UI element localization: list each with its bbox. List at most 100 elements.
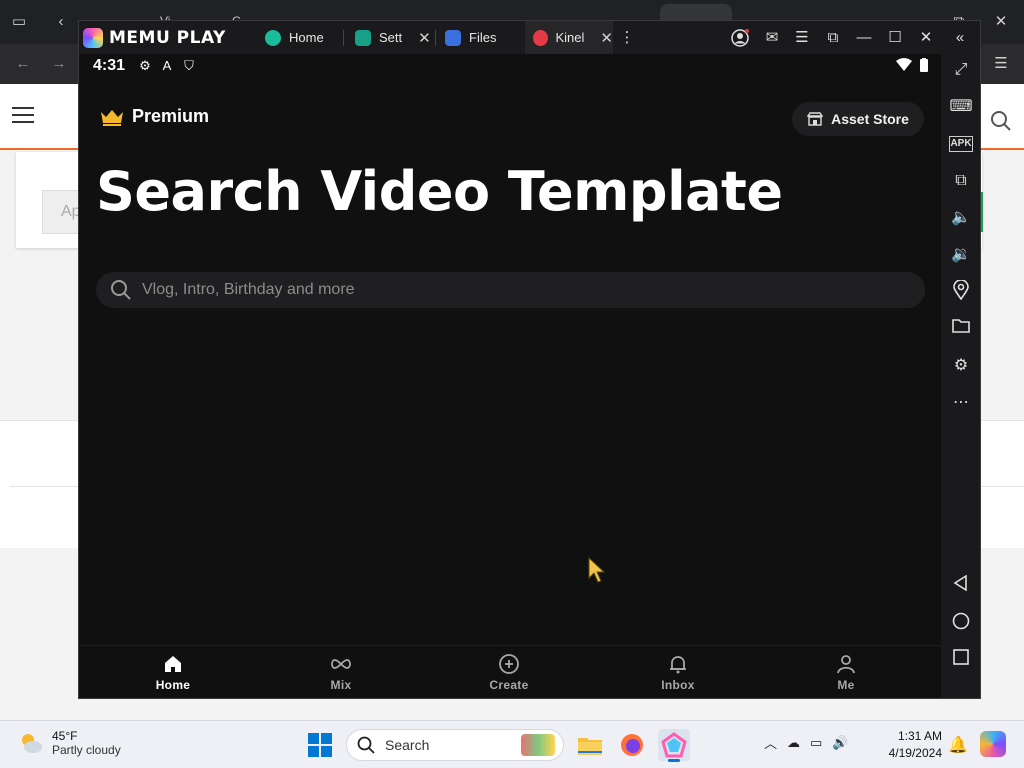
home-circle-icon[interactable] [949, 612, 973, 636]
memu-taskbar-icon[interactable] [658, 729, 690, 762]
tab-label: Sett [379, 30, 403, 45]
clock-time: 1:31 AM [897, 729, 942, 743]
browser-back-icon[interactable]: ← [12, 54, 34, 74]
template-search-bar[interactable] [96, 272, 925, 308]
nav-create[interactable]: Create [449, 654, 569, 692]
tab-home[interactable]: Home [257, 21, 343, 54]
nav-label: Create [489, 678, 529, 692]
tab-label: Files [469, 30, 497, 45]
weather-temp: 45°F [52, 729, 78, 743]
asset-store-button[interactable]: Asset Store [792, 102, 924, 136]
back-tabs-icon[interactable]: ‹ [50, 12, 72, 32]
search-input[interactable] [142, 281, 902, 299]
maximize-icon[interactable]: ☐ [882, 26, 908, 50]
fullscreen-icon[interactable]: ⤢ [949, 58, 973, 82]
bottom-navigation: Home Mix Create Inbox Me [80, 645, 941, 698]
infinity-icon [331, 659, 351, 669]
battery-icon [916, 58, 932, 74]
premium-badge[interactable]: Premium [100, 106, 209, 127]
browser-forward-icon[interactable]: → [48, 54, 70, 74]
account-icon[interactable] [727, 26, 753, 50]
network-icon[interactable]: ▭ [810, 735, 822, 751]
notification-bell-icon[interactable]: 🔔 [948, 735, 968, 755]
browser-close-icon[interactable]: ✕ [990, 12, 1012, 32]
menu-icon[interactable]: ☰ [789, 26, 815, 50]
person-icon [837, 655, 855, 674]
recents-icon[interactable] [949, 649, 973, 673]
memu-window: MEMU PLAY Home Sett ✕ Files Kinel ✕ ⋮ ✉ … [78, 20, 981, 699]
windows-start-icon[interactable] [308, 733, 332, 757]
nav-label: Inbox [661, 678, 695, 692]
premium-label: Premium [132, 106, 210, 126]
mail-icon[interactable]: ✉ [759, 26, 785, 50]
close-icon[interactable]: ✕ [418, 29, 431, 47]
volume-up-icon[interactable]: 🔈 [949, 206, 973, 230]
tab-files[interactable]: Files [437, 21, 523, 54]
a-status-icon: A [162, 58, 172, 73]
keyboard-icon[interactable]: ⌨ [949, 95, 973, 119]
window-close-icon[interactable]: ✕ [913, 26, 939, 50]
nav-me[interactable]: Me [786, 654, 906, 692]
nav-label: Home [155, 678, 191, 692]
tab-kinemaster[interactable]: Kinel ✕ [525, 21, 613, 54]
taskbar-search-label: Search [385, 737, 430, 753]
copilot-icon[interactable] [980, 731, 1006, 757]
apk-icon[interactable]: APK [949, 136, 973, 152]
file-explorer-icon[interactable] [574, 729, 606, 761]
weather-widget[interactable]: 45°F Partly cloudy [18, 729, 121, 757]
android-status-bar: 4:31 ⚙ A ⛉ [80, 54, 941, 80]
nav-label: Me [837, 678, 855, 692]
plus-circle-icon [499, 654, 519, 674]
shield-status-icon: ⛉ [184, 58, 194, 73]
kinemaster-app-icon [533, 29, 548, 46]
settings-icon[interactable]: ⚙ [949, 354, 973, 378]
store-icon [807, 112, 824, 126]
more-vertical-icon[interactable]: ⋮ [614, 26, 640, 50]
settings-status-icon: ⚙ [139, 58, 151, 73]
multi-window-icon[interactable]: ⧉ [949, 169, 973, 193]
hamburger-icon[interactable] [12, 106, 34, 129]
home-icon [165, 656, 181, 672]
memu-brand: MEMU PLAY [109, 28, 226, 48]
system-tray: ︿ ☁ ▭ 🔊 [764, 733, 849, 752]
firefox-icon[interactable] [616, 729, 648, 761]
collapse-sidebar-icon[interactable]: « [947, 26, 973, 50]
settings-app-icon [355, 29, 371, 46]
memu-side-toolbar: ⤢ ⌨ APK ⧉ 🔈 🔉 ⚙ ⋯ [941, 54, 980, 698]
status-time: 4:31 [93, 57, 126, 74]
location-icon[interactable] [949, 279, 973, 304]
minimize-icon[interactable]: — [851, 26, 877, 50]
memu-logo: MEMU PLAY [83, 26, 226, 50]
nav-inbox[interactable]: Inbox [618, 654, 738, 692]
nav-label: Mix [330, 678, 352, 692]
active-indicator [668, 759, 680, 762]
screen-cast-icon[interactable]: ⧉ [820, 26, 846, 50]
tab-separator [343, 30, 344, 46]
tab-actions-icon[interactable]: ▭ [8, 12, 30, 32]
volume-down-icon[interactable]: 🔉 [949, 243, 973, 267]
tab-label: Home [289, 30, 324, 45]
nav-home[interactable]: Home [113, 654, 233, 692]
mouse-cursor-icon [588, 557, 606, 583]
browser-menu-icon[interactable]: ☰ [990, 54, 1012, 74]
site-search-icon[interactable] [990, 110, 1012, 137]
more-horizontal-icon[interactable]: ⋯ [949, 391, 973, 415]
taskbar-search[interactable]: Search [346, 729, 564, 761]
memu-gem-icon [83, 28, 103, 48]
close-icon[interactable]: ✕ [600, 29, 613, 47]
files-app-icon [445, 29, 461, 46]
page-title: Search Video Template [96, 160, 783, 223]
back-icon[interactable] [949, 574, 973, 599]
windows-taskbar: 45°F Partly cloudy Search ︿ ☁ ▭ 🔊 1:31 A… [0, 720, 1024, 768]
nav-mix[interactable]: Mix [281, 654, 401, 692]
search-highlight-icon [521, 734, 555, 756]
home-app-icon [265, 29, 281, 46]
android-screen: 4:31 ⚙ A ⛉ Premium Asset Store Search Vi… [80, 54, 941, 698]
onedrive-icon[interactable]: ☁ [787, 735, 800, 751]
tray-overflow-icon[interactable]: ︿ [764, 733, 777, 752]
bell-icon [670, 656, 686, 674]
taskbar-clock[interactable]: 1:31 AM 4/19/2024 [884, 728, 942, 762]
tab-settings[interactable]: Sett ✕ [347, 21, 435, 54]
folder-icon[interactable] [949, 317, 973, 341]
speaker-icon[interactable]: 🔊 [832, 735, 848, 751]
